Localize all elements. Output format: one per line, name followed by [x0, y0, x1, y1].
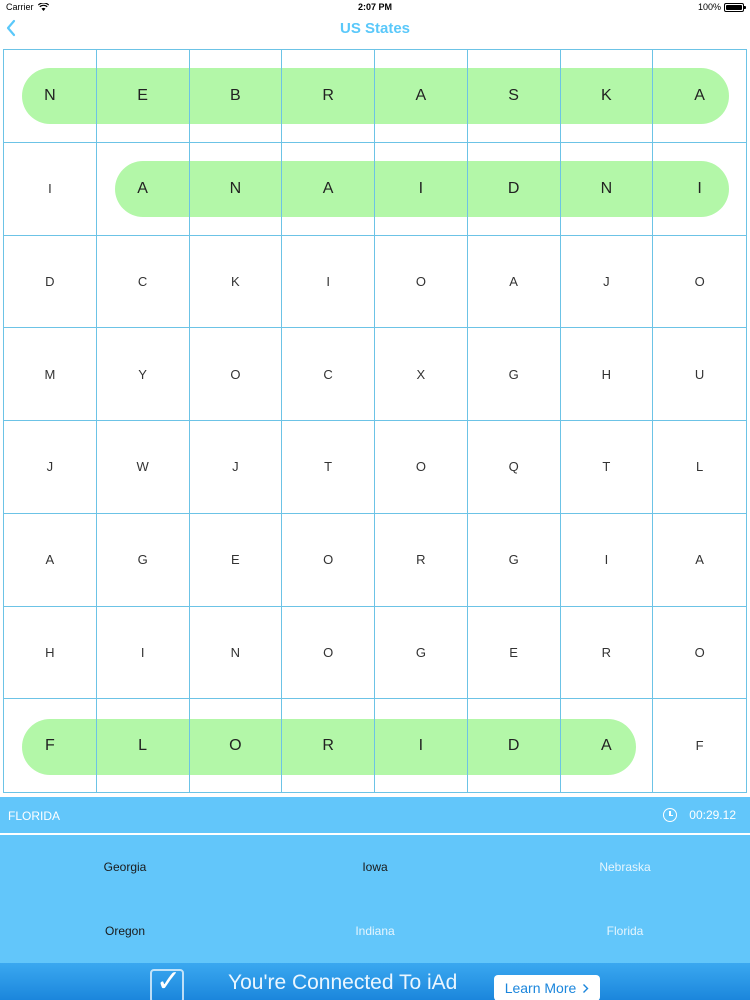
grid-cell[interactable]: O	[375, 235, 468, 329]
grid-cell[interactable]: Q	[467, 421, 561, 514]
status-time: 2:07 PM	[357, 2, 392, 12]
info-bar: FLORIDA 00:29.12	[0, 797, 750, 833]
grid-cell[interactable]: C	[282, 328, 375, 421]
status-bar: Carrier 2:07 PM 100%	[0, 0, 750, 14]
grid-cell[interactable]: O	[282, 513, 375, 607]
grid-cell[interactable]: I	[4, 142, 97, 236]
grid-cell[interactable]: H	[560, 328, 654, 421]
grid-cell[interactable]: R	[375, 513, 468, 607]
grid-cell[interactable]: J	[560, 235, 654, 329]
grid-cell[interactable]: I	[375, 142, 468, 236]
grid-cell[interactable]: R	[282, 699, 375, 792]
grid-cell[interactable]: O	[282, 606, 375, 700]
grid-cell[interactable]: B	[189, 50, 283, 143]
grid-cell[interactable]: J	[189, 421, 283, 514]
grid-cell[interactable]: G	[375, 606, 468, 700]
grid-cell[interactable]: I	[653, 143, 746, 236]
grid-cell[interactable]: L	[653, 421, 746, 514]
grid-cell[interactable]: A	[282, 142, 375, 236]
grid-cell[interactable]: T	[560, 421, 654, 514]
grid-cell[interactable]: R	[282, 50, 375, 143]
battery-info: 100%	[697, 2, 746, 12]
grid-cell[interactable]: D	[4, 235, 97, 329]
grid-cell[interactable]: D	[467, 142, 561, 236]
grid-cell[interactable]: M	[4, 328, 97, 421]
word-item-oregon: Oregon	[104, 924, 146, 938]
grid-cell[interactable]: A	[653, 50, 746, 143]
grid-cell[interactable]: A	[375, 50, 468, 143]
grid-cell[interactable]: D	[468, 699, 561, 792]
grid-cell[interactable]: A	[96, 142, 190, 236]
learn-more-label: Learn More	[504, 980, 577, 996]
grid-cell[interactable]: K	[560, 50, 654, 143]
timer: 00:29.12	[663, 808, 736, 822]
grid-cells: NEBRASKAIANAIDNIDCKIOAJOMYOCXGHUJWJTOQTL…	[4, 50, 746, 792]
grid-cell[interactable]: I	[96, 606, 190, 700]
grid-cell[interactable]: H	[4, 606, 97, 700]
grid-cell[interactable]: U	[653, 328, 746, 421]
word-item-georgia: Georgia	[103, 860, 147, 874]
grid-cell[interactable]: I	[282, 235, 375, 329]
word-list: Georgia Iowa Nebraska Oregon Indiana Flo…	[0, 835, 750, 963]
grid-cell[interactable]: W	[96, 421, 190, 514]
current-word: FLORIDA	[8, 809, 61, 823]
grid-cell[interactable]: O	[190, 699, 283, 792]
learn-more-button[interactable]: Learn More	[494, 975, 600, 1000]
grid-cell[interactable]: N	[189, 606, 283, 700]
nav-bar: US States	[0, 14, 750, 46]
grid-cell[interactable]: C	[96, 235, 190, 329]
page-title: US States	[339, 20, 411, 37]
grid-cell[interactable]: E	[467, 606, 561, 700]
word-search-grid[interactable]: NEBRASKAIANAIDNIDCKIOAJOMYOCXGHUJWJTOQTL…	[3, 49, 747, 793]
grid-cell[interactable]: A	[561, 699, 654, 792]
grid-cell[interactable]: I	[560, 513, 654, 607]
grid-cell[interactable]: G	[467, 513, 561, 607]
grid-cell[interactable]: Y	[96, 328, 190, 421]
ad-text: You're Connected To iAd	[228, 971, 458, 994]
battery-percent: 100%	[697, 2, 721, 12]
grid-cell[interactable]: S	[467, 50, 561, 143]
grid-cell[interactable]: K	[189, 235, 283, 329]
checkmark-icon: ✓	[156, 965, 182, 998]
grid-cell[interactable]: N	[189, 142, 283, 236]
grid-cell[interactable]: G	[96, 513, 190, 607]
grid-cell[interactable]: T	[282, 421, 375, 514]
word-item-indiana: Indiana	[355, 924, 395, 938]
chevron-right-icon	[583, 983, 589, 993]
grid-cell[interactable]: E	[96, 50, 190, 143]
grid-cell[interactable]: O	[653, 236, 746, 329]
grid-cell[interactable]: O	[653, 607, 746, 700]
grid-cell[interactable]: X	[375, 328, 468, 421]
iad-banner[interactable]: ✓ You're Connected To iAd Learn More	[0, 963, 750, 1000]
grid-cell[interactable]: A	[653, 514, 746, 607]
grid-cell[interactable]: N	[4, 50, 97, 143]
grid-cell[interactable]: R	[560, 606, 654, 700]
word-item-florida: Florida	[606, 924, 644, 938]
grid-cell[interactable]: F	[4, 699, 97, 792]
timer-value: 00:29.12	[689, 808, 736, 822]
grid-cell[interactable]: I	[375, 699, 468, 792]
grid-cell[interactable]: E	[189, 513, 283, 607]
grid-cell[interactable]: N	[560, 142, 654, 236]
grid-cell[interactable]: O	[375, 421, 468, 514]
clock-icon	[663, 808, 678, 822]
battery-icon	[724, 2, 746, 12]
grid-cell[interactable]: J	[4, 421, 97, 514]
word-item-iowa: Iowa	[362, 860, 388, 874]
grid-cell[interactable]: O	[189, 328, 283, 421]
grid-cell[interactable]: A	[467, 235, 561, 329]
word-item-nebraska: Nebraska	[599, 860, 651, 874]
grid-cell[interactable]: A	[4, 513, 97, 607]
grid-cell[interactable]: F	[653, 699, 746, 792]
grid-cell[interactable]: G	[467, 328, 561, 421]
grid-cell[interactable]: L	[97, 699, 190, 792]
